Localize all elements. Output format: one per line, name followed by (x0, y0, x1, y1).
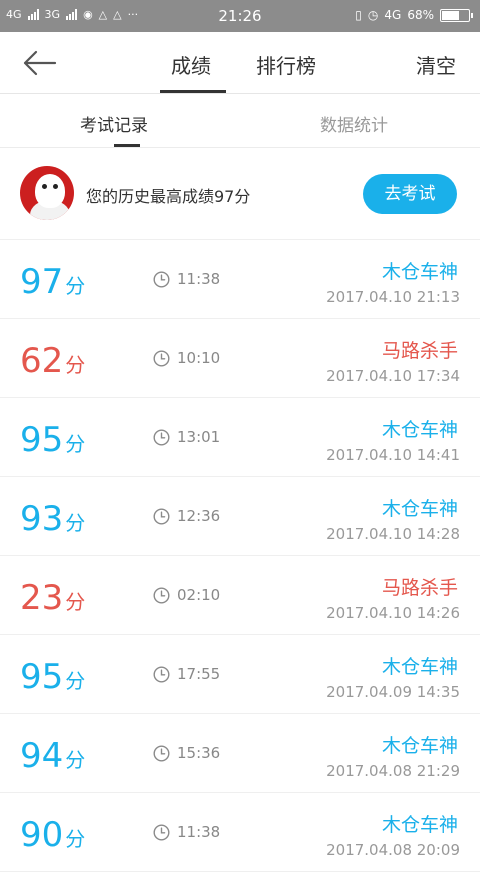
clock-icon (153, 429, 170, 446)
score-number: 23 (20, 578, 64, 618)
exam-duration: 15:36 (177, 744, 221, 762)
subtab-exam-records[interactable]: 考试记录 (80, 111, 148, 136)
clear-button[interactable]: 清空 (416, 50, 456, 79)
avatar-eye-left (42, 184, 47, 189)
score-unit: 分 (65, 827, 86, 851)
tab-ranking[interactable]: 排行榜 (256, 50, 316, 79)
battery-fill (442, 10, 459, 20)
exam-date: 2017.04.08 20:09 (326, 841, 460, 859)
network-4g-right-label: 4G (384, 8, 402, 22)
exam-duration: 11:38 (177, 270, 221, 288)
score-value: 90 分 (20, 815, 85, 859)
score-value: 95 分 (20, 657, 85, 701)
clock-icon (153, 271, 170, 288)
clock-icon (153, 824, 170, 841)
exam-duration: 11:38 (177, 823, 221, 841)
score-number: 97 (20, 262, 64, 302)
score-number: 95 (20, 657, 64, 697)
list-item[interactable]: 95 分 13:01 木仓车神 2017.04.10 14:41 (0, 398, 480, 477)
clock-icon (153, 587, 170, 604)
exam-date: 2017.04.10 14:41 (326, 446, 460, 464)
exam-duration: 17:55 (177, 665, 221, 683)
score-number: 62 (20, 341, 64, 381)
clock-icon (153, 508, 170, 525)
rank-title: 木仓车神 (381, 419, 458, 441)
avatar-face (35, 174, 65, 208)
avatar (20, 166, 74, 220)
exam-date: 2017.04.10 17:34 (326, 367, 460, 385)
score-value: 94 分 (20, 736, 85, 780)
alarm-icon: ◷ (367, 8, 379, 22)
score-value: 95 分 (20, 420, 85, 464)
score-unit: 分 (65, 511, 86, 535)
rank-title: 木仓车神 (381, 814, 458, 836)
list-item[interactable]: 23 分 02:10 马路杀手 2017.04.10 14:26 (0, 556, 480, 635)
list-item[interactable]: 62 分 10:10 马路杀手 2017.04.10 17:34 (0, 319, 480, 398)
rank-title: 木仓车神 (381, 735, 458, 757)
score-value: 93 分 (20, 499, 85, 543)
score-unit: 分 (65, 748, 86, 772)
rank-title: 马路杀手 (381, 577, 458, 599)
exam-duration: 13:01 (177, 428, 221, 446)
status-right: ▯ ◷ 4G 68% (355, 8, 473, 22)
score-unit: 分 (65, 590, 86, 614)
list-item[interactable]: 97 分 11:38 木仓车神 2017.04.10 21:13 (0, 240, 480, 319)
arrow-left-icon (23, 50, 57, 76)
exam-duration: 12:36 (177, 507, 221, 525)
exam-date: 2017.04.08 21:29 (326, 762, 460, 780)
score-number: 93 (20, 499, 64, 539)
rank-title: 木仓车神 (381, 261, 458, 283)
battery-percent: 68% (407, 8, 434, 22)
subtab-statistics[interactable]: 数据统计 (320, 111, 388, 136)
score-unit: 分 (65, 353, 86, 377)
back-button[interactable] (22, 49, 58, 77)
clock-icon (153, 350, 170, 367)
list-item[interactable]: 93 分 12:36 木仓车神 2017.04.10 14:28 (0, 477, 480, 556)
exam-duration: 10:10 (177, 349, 221, 367)
rank-title: 木仓车神 (381, 498, 458, 520)
take-exam-button[interactable]: 去考试 (363, 174, 457, 214)
subtab-active-indicator (114, 144, 140, 147)
avatar-eye-right (53, 184, 58, 189)
list-item[interactable]: 95 分 17:55 木仓车神 2017.04.09 14:35 (0, 635, 480, 714)
list-item[interactable]: 90 分 11:38 木仓车神 2017.04.08 20:09 (0, 793, 480, 872)
clock-icon (153, 745, 170, 762)
subtabs: 考试记录 数据统计 (0, 94, 480, 148)
score-number: 95 (20, 420, 64, 460)
header: 成绩 排行榜 清空 (0, 32, 480, 94)
rank-title: 木仓车神 (381, 656, 458, 678)
score-unit: 分 (65, 669, 86, 693)
exam-date: 2017.04.10 14:26 (326, 604, 460, 622)
exam-date: 2017.04.09 14:35 (326, 683, 460, 701)
exam-duration: 02:10 (177, 586, 221, 604)
exam-date: 2017.04.10 21:13 (326, 288, 460, 306)
score-number: 90 (20, 815, 64, 855)
exam-date: 2017.04.10 14:28 (326, 525, 460, 543)
score-number: 94 (20, 736, 64, 776)
tab-active-indicator (160, 90, 226, 93)
score-value: 97 分 (20, 262, 85, 306)
status-bar: 4G 3G ◉ △ △ ··· 21:26 ▯ ◷ 4G 68% (0, 0, 480, 32)
records-list: 97 分 11:38 木仓车神 2017.04.10 21:13 62 分 10:10 马路杀手… (0, 240, 480, 872)
score-value: 62 分 (20, 341, 85, 385)
list-item[interactable]: 94 分 15:36 木仓车神 2017.04.08 21:29 (0, 714, 480, 793)
best-score-banner: 您的历史最高成绩97分 去考试 (0, 148, 480, 240)
tab-score[interactable]: 成绩 (171, 50, 211, 79)
clock-icon (153, 666, 170, 683)
score-unit: 分 (65, 432, 86, 456)
rank-title: 马路杀手 (381, 340, 458, 362)
vibrate-icon: ▯ (355, 8, 362, 22)
battery-icon (440, 8, 473, 22)
score-unit: 分 (65, 274, 86, 298)
score-value: 23 分 (20, 578, 85, 622)
best-score-text: 您的历史最高成绩97分 (86, 187, 251, 206)
